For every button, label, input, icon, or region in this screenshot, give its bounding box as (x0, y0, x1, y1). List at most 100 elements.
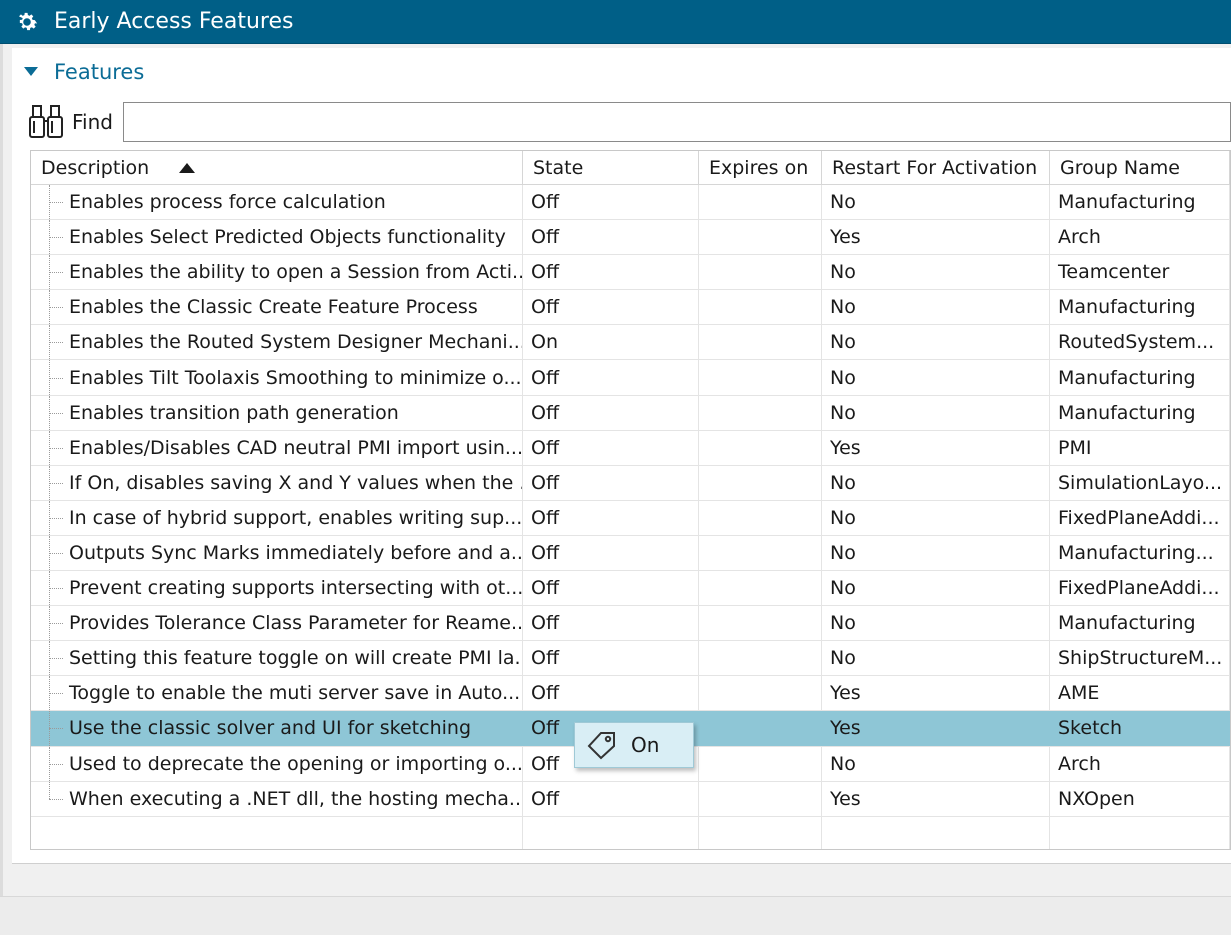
cell-expires-on (699, 500, 822, 535)
tree-connector (31, 641, 69, 676)
table-row[interactable]: Enables the Classic Create Feature Proce… (31, 290, 1230, 326)
column-header-group-name[interactable]: Group Name (1050, 151, 1230, 185)
table-row[interactable]: Provides Tolerance Class Parameter for R… (31, 606, 1230, 642)
cell-restart-for-activation: No (822, 746, 1050, 781)
table-row[interactable]: Setting this feature toggle on will crea… (31, 641, 1230, 677)
cell-group-name: Manufacturing... (1050, 535, 1230, 571)
cell-restart-for-activation: No (822, 255, 1050, 290)
cell-description: In case of hybrid support, enables writi… (31, 500, 523, 535)
cell-expires-on (699, 676, 822, 711)
cell-restart-for-activation: No (822, 325, 1050, 360)
cell-state[interactable]: Off (523, 465, 699, 500)
cell-description: Enables transition path generation (31, 395, 523, 430)
cell-restart-for-activation: Yes (822, 781, 1050, 816)
cell-state[interactable]: Off (523, 676, 699, 711)
cell-restart-for-activation: No (822, 395, 1050, 430)
table-row[interactable]: Enables the ability to open a Session fr… (31, 255, 1230, 291)
cell-state[interactable]: Off (523, 290, 699, 325)
table-row[interactable]: Enables Select Predicted Objects functio… (31, 220, 1230, 256)
cell-expires-on (699, 535, 822, 571)
cell-state[interactable]: Off (523, 781, 699, 816)
cell-state[interactable]: Off (523, 255, 699, 290)
cell-group-name: Arch (1050, 746, 1230, 781)
table-row[interactable]: Enables Tilt Toolaxis Smoothing to minim… (31, 360, 1230, 396)
table-row[interactable]: Enables transition path generation Off No M… (31, 395, 1230, 431)
cell-state[interactable]: Off (523, 395, 699, 430)
collapse-triangle-icon[interactable] (24, 67, 38, 77)
tree-connector (31, 220, 69, 255)
table-row[interactable]: Prevent creating supports intersecting w… (31, 571, 1230, 607)
find-input[interactable] (122, 102, 1231, 142)
column-header-state[interactable]: State (523, 151, 699, 185)
column-header-description[interactable]: Description (31, 151, 523, 185)
cell-group-name: Arch (1050, 220, 1230, 255)
cell-group-name: SimulationLayo... (1050, 465, 1230, 500)
cell-expires-on (699, 746, 822, 781)
table-row[interactable]: If On, disables saving X and Y values wh… (31, 465, 1230, 501)
column-header-restart-for-activation[interactable]: Restart For Activation (822, 151, 1050, 185)
cell-restart-for-activation: No (822, 571, 1050, 606)
tree-connector (31, 290, 69, 325)
cell-group-name: Sketch (1050, 711, 1230, 746)
cell-group-name: Manufacturing (1050, 290, 1230, 325)
table-row[interactable]: Enables the Routed System Designer Mecha… (31, 325, 1230, 361)
cell-state[interactable]: Off (523, 430, 699, 465)
find-label: Find (72, 110, 113, 134)
tree-connector (31, 676, 69, 711)
cell-restart-for-activation: Yes (822, 676, 1050, 711)
sort-ascending-icon (179, 163, 196, 173)
cell-description: If On, disables saving X and Y values wh… (31, 465, 523, 500)
cell-description: Use the classic solver and UI for sketch… (31, 711, 523, 746)
state-option-on[interactable]: On (574, 722, 694, 768)
cell-state[interactable]: Off (523, 606, 699, 641)
table-row[interactable]: Enables/Disables CAD neutral PMI import … (31, 430, 1230, 466)
tag-icon (587, 732, 615, 760)
cell-group-name: ShipStructureM... (1050, 641, 1230, 676)
cell-restart-for-activation: No (822, 465, 1050, 500)
cell-group-name: Manufacturing (1050, 360, 1230, 395)
cell-group-name: FixedPlaneAddi... (1050, 500, 1230, 535)
cell-state[interactable]: Off (523, 641, 699, 676)
cell-description: Provides Tolerance Class Parameter for R… (31, 606, 523, 641)
cell-group-name: Manufacturing (1050, 606, 1230, 641)
gear-icon (18, 12, 38, 30)
cell-expires-on (699, 571, 822, 606)
cell-expires-on (699, 220, 822, 255)
cell-restart-for-activation: Yes (822, 711, 1050, 746)
table-row[interactable]: When executing a .NET dll, the hosting m… (31, 781, 1230, 817)
table-row[interactable]: Enables process force calculation Off No Ma… (31, 185, 1230, 221)
cell-description: Enables the Classic Create Feature Proce… (31, 290, 523, 325)
cell-group-name: PMI (1050, 430, 1230, 465)
cell-state[interactable]: Off (523, 571, 699, 606)
tree-connector (31, 500, 69, 535)
state-option-label: On (631, 733, 660, 757)
cell-restart-for-activation: No (822, 360, 1050, 395)
cell-expires-on (699, 185, 822, 220)
tree-connector (31, 360, 69, 395)
tree-connector (31, 746, 69, 781)
cell-state[interactable]: Off (523, 220, 699, 255)
table-row[interactable]: Toggle to enable the muti server save in… (31, 676, 1230, 712)
cell-state[interactable]: Off (523, 500, 699, 535)
cell-group-name: NXOpen (1050, 781, 1230, 816)
cell-state[interactable]: Off (523, 360, 699, 395)
cell-expires-on (699, 360, 822, 395)
table-row[interactable]: In case of hybrid support, enables writi… (31, 500, 1230, 536)
cell-description: Used to deprecate the opening or importi… (31, 746, 523, 781)
tree-connector (31, 535, 69, 571)
cell-restart-for-activation: Yes (822, 430, 1050, 465)
window-titlebar: Early Access Features (0, 0, 1231, 44)
column-header-expires-on[interactable]: Expires on (699, 151, 822, 185)
cell-description: Setting this feature toggle on will crea… (31, 641, 523, 676)
cell-state[interactable]: Off (523, 185, 699, 220)
cell-expires-on (699, 606, 822, 641)
features-section-header[interactable]: Features (24, 58, 144, 86)
cell-restart-for-activation: No (822, 535, 1050, 571)
cell-state[interactable]: On (523, 325, 699, 360)
cell-group-name: Teamcenter (1050, 255, 1230, 290)
cell-group-name: Manufacturing (1050, 395, 1230, 430)
table-row[interactable]: Outputs Sync Marks immediately before an… (31, 535, 1230, 572)
cell-restart-for-activation: No (822, 185, 1050, 220)
cell-state[interactable]: Off (523, 535, 699, 571)
find-row: Find (26, 102, 1231, 142)
